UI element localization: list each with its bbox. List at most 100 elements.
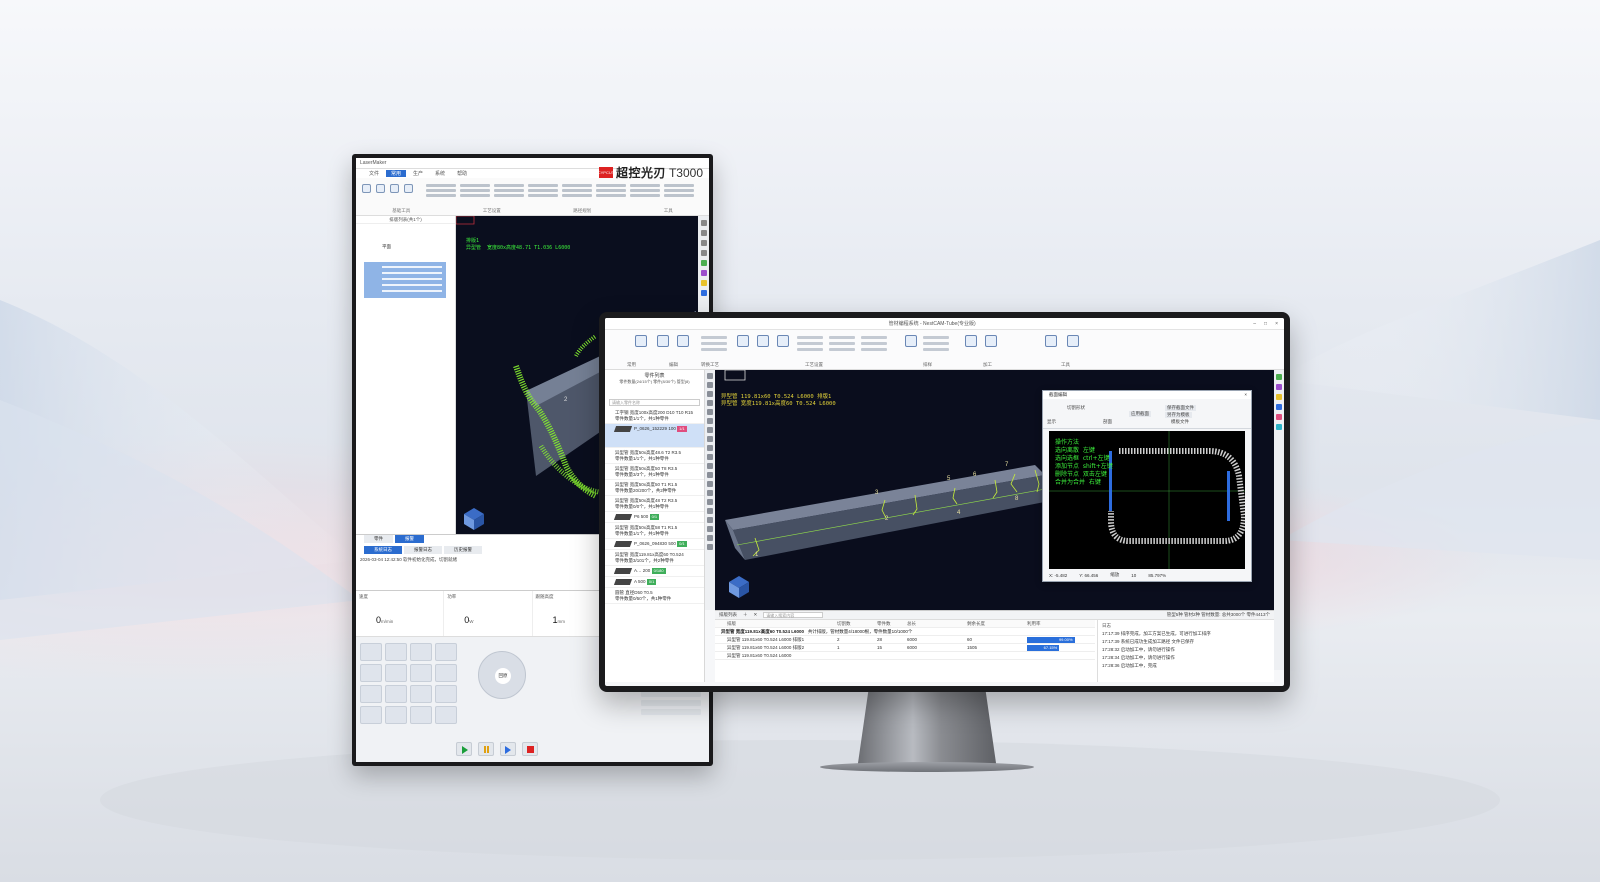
draw-icon[interactable] xyxy=(390,184,399,193)
ribbon-cmd[interactable] xyxy=(664,194,694,197)
ribbon-cmd[interactable] xyxy=(701,342,727,345)
tool-icon[interactable] xyxy=(707,400,713,406)
measure-icon[interactable] xyxy=(404,184,413,193)
ribbon-cmd[interactable] xyxy=(701,348,727,351)
list-item[interactable]: 异型管 宽度50x高度50 T1 R1.5 零件数量20/200个，共2种零件 xyxy=(605,480,704,496)
ribbon-cmd[interactable] xyxy=(829,336,855,339)
tool-icon[interactable] xyxy=(707,445,713,451)
ribbon-cmd[interactable] xyxy=(701,336,727,339)
ribbon-cmd[interactable] xyxy=(861,342,887,345)
table-group-row[interactable]: 异型管 宽度119.81x高度60 T0.524 L6000 共计排版，管材数量… xyxy=(715,628,1095,636)
tool-icon[interactable] xyxy=(707,544,713,550)
pause-icon[interactable] xyxy=(478,742,494,756)
option-row[interactable] xyxy=(641,700,701,706)
ribbon-cmd[interactable] xyxy=(562,189,592,192)
view-label[interactable]: 平面 xyxy=(382,244,391,250)
jog-home-button[interactable]: 回原 xyxy=(495,668,511,684)
ribbon-cmd[interactable] xyxy=(562,194,592,197)
ribbon-cmd[interactable] xyxy=(562,184,592,187)
zoom-level[interactable]: 85.797% xyxy=(1148,573,1166,578)
control-button[interactable] xyxy=(410,643,432,661)
layer-yellow-icon[interactable] xyxy=(700,280,707,286)
menu-tab-production[interactable]: 生产 xyxy=(408,170,428,177)
ribbon-big-icon[interactable] xyxy=(965,335,977,347)
ribbon-cmd[interactable] xyxy=(494,194,524,197)
menu-tab-system[interactable]: 系统 xyxy=(430,170,450,177)
ribbon-cmd[interactable] xyxy=(426,194,456,197)
list-item[interactable]: 异型管 宽度50x高度58 T1 R1.5 零件数量1/1个，共1种零件 xyxy=(605,523,704,539)
control-button[interactable] xyxy=(360,664,382,682)
section-canvas[interactable]: 操作方法 选向离散 左键 选向选框 ctrl+左键 添加节点 shift+左键 … xyxy=(1049,431,1245,569)
ribbon-cmd[interactable] xyxy=(460,189,490,192)
list-item[interactable]: 异型管 宽度50x高度50 T8 R3.5 零件数量3/3个，共1种零件 xyxy=(605,464,704,480)
ribbon-big-icon[interactable] xyxy=(985,335,997,347)
control-button[interactable] xyxy=(410,664,432,682)
ribbon-cmd[interactable] xyxy=(426,184,456,187)
ribbon-cmd[interactable] xyxy=(664,184,694,187)
menu-tab-common[interactable]: 常用 xyxy=(386,170,407,177)
layer-purple-icon[interactable] xyxy=(1276,384,1282,390)
control-button[interactable] xyxy=(410,706,432,724)
ribbon-big-icon[interactable] xyxy=(737,335,749,347)
jog-pad[interactable]: 回原 xyxy=(478,651,526,699)
list-item[interactable]: P6 500 0/1 xyxy=(605,512,704,523)
ribbon-cmd[interactable] xyxy=(923,336,949,339)
ribbon-cmd[interactable] xyxy=(664,189,694,192)
tool-icon[interactable] xyxy=(707,373,713,379)
table-row[interactable]: 异型管 119.81x60 T0.524 L6000 排版1 2 28 6000… xyxy=(715,636,1095,644)
list-item[interactable]: A 500 0/1 xyxy=(605,577,704,588)
stop-icon[interactable] xyxy=(522,742,538,756)
list-item[interactable]: 工字钢 宽度100x高度200 D10 T10 R15 零件数量1/1个，共1种零… xyxy=(605,408,704,424)
ribbon-cmd[interactable] xyxy=(528,189,558,192)
tab-alarm-log[interactable]: 报警日志 xyxy=(404,546,442,554)
layer-green-icon[interactable] xyxy=(1276,374,1282,380)
control-button[interactable] xyxy=(435,706,457,724)
ribbon-cmd[interactable] xyxy=(596,194,626,197)
control-button[interactable] xyxy=(385,706,407,724)
ribbon-cmd[interactable] xyxy=(630,194,660,197)
tool-icon[interactable] xyxy=(707,436,713,442)
control-button[interactable] xyxy=(385,643,407,661)
delete-icon[interactable]: ✕ xyxy=(754,612,758,618)
tab-parts[interactable]: 零件 xyxy=(364,535,393,543)
tool-icon[interactable] xyxy=(700,230,707,236)
layout-search-input[interactable]: 请输入搜索内容 xyxy=(763,612,824,618)
tool-icon[interactable] xyxy=(700,250,707,256)
control-button[interactable] xyxy=(360,643,382,661)
export-icon[interactable] xyxy=(1045,335,1057,347)
list-item[interactable]: A… 200 0/180 xyxy=(605,566,704,577)
list-item[interactable]: P_0626_094830 500 0/1 xyxy=(605,539,704,550)
ribbon-big-icon[interactable] xyxy=(777,335,789,347)
ribbon-cmd[interactable] xyxy=(460,194,490,197)
tab-alarm[interactable]: 报警 xyxy=(395,535,424,543)
tab-system-log[interactable]: 系统日志 xyxy=(364,546,402,554)
control-button[interactable] xyxy=(385,664,407,682)
tool-icon[interactable] xyxy=(707,391,713,397)
ribbon-big-icon[interactable] xyxy=(657,335,669,347)
selected-layout-item[interactable] xyxy=(364,262,446,298)
ribbon-big-icon[interactable] xyxy=(677,335,689,347)
ribbon-cmd[interactable] xyxy=(528,194,558,197)
save-section-button[interactable]: 保存截面文件 xyxy=(1165,405,1196,411)
tool-icon[interactable] xyxy=(700,220,707,226)
add-icon[interactable]: ＋ xyxy=(743,612,748,618)
ribbon-cmd[interactable] xyxy=(861,348,887,351)
ribbon-big-icon[interactable] xyxy=(905,335,917,347)
ribbon-big-icon[interactable] xyxy=(757,335,769,347)
tool-icon[interactable] xyxy=(707,409,713,415)
start-icon[interactable] xyxy=(456,742,472,756)
step-icon[interactable] xyxy=(500,742,516,756)
layer-pink-icon[interactable] xyxy=(1276,414,1282,420)
tool-icon[interactable] xyxy=(707,472,713,478)
ribbon-cmd[interactable] xyxy=(630,184,660,187)
layer-yellow-icon[interactable] xyxy=(1276,394,1282,400)
apply-section-button[interactable]: 应用截面 xyxy=(1129,411,1151,417)
table-row[interactable]: 异型管 119.81x60 T0.524 L6000 xyxy=(715,652,1095,660)
layer-cyan-icon[interactable] xyxy=(1276,424,1282,430)
close-icon[interactable]: × xyxy=(1244,391,1251,399)
ribbon-big-icon[interactable] xyxy=(635,335,647,347)
tool-icon[interactable] xyxy=(707,526,713,532)
control-button[interactable] xyxy=(435,643,457,661)
tool-icon[interactable] xyxy=(707,490,713,496)
table-row[interactable]: 异型管 119.81x60 T0.524 L6000 排版2 1 15 6000… xyxy=(715,644,1095,652)
